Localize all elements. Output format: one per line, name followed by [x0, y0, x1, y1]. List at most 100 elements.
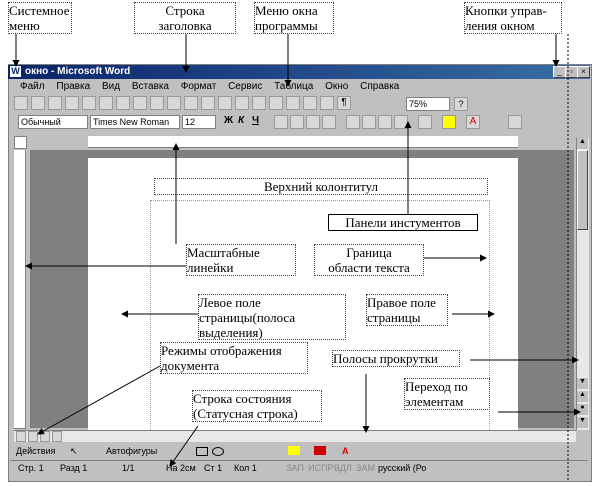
preview-icon[interactable] — [82, 96, 96, 110]
underline-button[interactable]: Ч — [252, 115, 259, 126]
drawing-icon[interactable] — [303, 96, 317, 110]
size-select[interactable]: 12 — [182, 115, 216, 129]
web-view-icon[interactable] — [28, 431, 38, 442]
columns-icon[interactable] — [286, 96, 300, 110]
page-view-icon[interactable] — [40, 431, 50, 442]
outline-view-icon[interactable] — [52, 431, 62, 442]
align-left-icon[interactable] — [274, 115, 288, 129]
new-icon[interactable] — [14, 96, 28, 110]
label-window-buttons: Кнопки управ-ления окном — [464, 2, 562, 34]
label-right-margin: Правое поле страницы — [366, 294, 448, 326]
scroll-up-button[interactable]: ▲ — [577, 138, 588, 149]
close-button[interactable]: × — [577, 66, 590, 78]
menu-file[interactable]: Файл — [20, 81, 45, 92]
browse-object-button[interactable]: ● — [577, 404, 588, 415]
normal-view-icon[interactable] — [16, 431, 26, 442]
formatting-toolbar: Обычный Times New Roman 12 Ж К Ч A — [14, 114, 554, 130]
menu-window[interactable]: Окно — [325, 81, 348, 92]
vertical-scrollbar[interactable]: ▲ ▼ ▲ ● ▼ — [576, 138, 589, 430]
excel-icon[interactable] — [269, 96, 283, 110]
zoom-select[interactable]: 75% — [406, 97, 450, 111]
status-at: На 2см — [166, 463, 196, 473]
status-bar: Стр. 1 Разд 1 1/1 На 2см Ст 1 Кол 1 ЗАП … — [10, 460, 588, 475]
menu-table[interactable]: Таблица — [274, 81, 313, 92]
label-scrollbars: Полосы прокрутки — [332, 350, 460, 367]
spelling-icon[interactable] — [99, 96, 113, 110]
status-trk[interactable]: ИСПР — [308, 461, 333, 475]
menu-tools[interactable]: Сервис — [228, 81, 262, 92]
label-title-bar: Строка заголовка — [134, 2, 236, 34]
extra-icon[interactable] — [508, 115, 522, 129]
menu-view[interactable]: Вид — [102, 81, 120, 92]
standard-toolbar: ¶ 75% ? — [14, 96, 474, 112]
status-page: Стр. 1 — [18, 463, 44, 473]
format-painter-icon[interactable] — [167, 96, 181, 110]
font-color-icon[interactable]: A — [466, 115, 480, 129]
status-section: Разд 1 — [60, 463, 88, 473]
prev-object-button[interactable]: ▲ — [577, 391, 588, 402]
scroll-thumb[interactable] — [577, 150, 588, 230]
window-title: окно - Microsoft Word — [25, 66, 131, 77]
system-menu-icon[interactable]: W — [10, 66, 21, 77]
document-map-icon[interactable] — [320, 96, 334, 110]
tables-icon[interactable] — [235, 96, 249, 110]
open-icon[interactable] — [31, 96, 45, 110]
hyperlink-icon[interactable] — [218, 96, 232, 110]
select-pointer-icon[interactable]: ↖ — [70, 444, 78, 458]
status-line: Ст 1 — [204, 463, 223, 473]
italic-button[interactable]: К — [238, 115, 244, 126]
highlight-icon[interactable] — [442, 115, 456, 129]
line-color-icon[interactable] — [314, 446, 326, 455]
cut-icon[interactable] — [116, 96, 130, 110]
next-object-button[interactable]: ▼ — [577, 417, 588, 428]
text-color-icon[interactable]: A — [342, 444, 349, 458]
autoshapes-menu[interactable]: Автофигуры — [106, 444, 157, 458]
align-center-icon[interactable] — [290, 115, 304, 129]
label-text-border: Граница области текста — [314, 244, 424, 276]
style-select[interactable]: Обычный — [18, 115, 88, 129]
menu-help[interactable]: Справка — [360, 81, 399, 92]
numbering-icon[interactable] — [346, 115, 360, 129]
menu-edit[interactable]: Правка — [56, 81, 90, 92]
vertical-ruler[interactable] — [14, 150, 26, 429]
rectangle-icon[interactable] — [196, 447, 208, 456]
label-rulers: Масштабные линейки — [186, 244, 296, 276]
scroll-down-button[interactable]: ▼ — [577, 378, 588, 389]
print-icon[interactable] — [65, 96, 79, 110]
label-status-bar: Строка состояния (Статусная строка) — [192, 390, 322, 422]
insert-table-icon[interactable] — [252, 96, 266, 110]
label-browse: Переход по элементам — [404, 378, 490, 410]
horizontal-ruler[interactable] — [88, 136, 518, 148]
menu-insert[interactable]: Вставка — [132, 81, 169, 92]
status-ovr[interactable]: ЗАМ — [356, 461, 375, 475]
label-left-margin: Левое поле страницы(полоса выделения) — [198, 294, 346, 340]
undo-icon[interactable] — [184, 96, 198, 110]
status-ext[interactable]: ВДЛ — [334, 461, 352, 475]
save-icon[interactable] — [48, 96, 62, 110]
menu-bar: Файл Правка Вид Вставка Формат Сервис Та… — [12, 80, 587, 94]
bullets-icon[interactable] — [362, 115, 376, 129]
status-column: Кол 1 — [234, 463, 257, 473]
help-icon[interactable]: ? — [454, 97, 468, 111]
oval-icon[interactable] — [212, 447, 224, 456]
status-rec[interactable]: ЗАП — [286, 461, 304, 475]
justify-icon[interactable] — [322, 115, 336, 129]
font-select[interactable]: Times New Roman — [90, 115, 180, 129]
bold-button[interactable]: Ж — [224, 115, 233, 126]
fill-color-icon[interactable] — [288, 446, 300, 455]
indent-icon[interactable] — [394, 115, 408, 129]
border-icon[interactable] — [418, 115, 432, 129]
horizontal-scrollbar[interactable] — [14, 430, 576, 442]
paste-icon[interactable] — [150, 96, 164, 110]
redo-icon[interactable] — [201, 96, 215, 110]
outdent-icon[interactable] — [378, 115, 392, 129]
ruler-corner-button[interactable] — [14, 136, 27, 149]
label-toolbars: Панели инстументов — [328, 214, 478, 231]
menu-format[interactable]: Формат — [181, 81, 217, 92]
actions-menu[interactable]: Действия — [16, 444, 55, 458]
copy-icon[interactable] — [133, 96, 147, 110]
align-right-icon[interactable] — [306, 115, 320, 129]
pilcrow-icon[interactable]: ¶ — [337, 96, 351, 110]
status-pages: 1/1 — [122, 463, 135, 473]
label-header: Верхний колонтитул — [154, 178, 488, 195]
